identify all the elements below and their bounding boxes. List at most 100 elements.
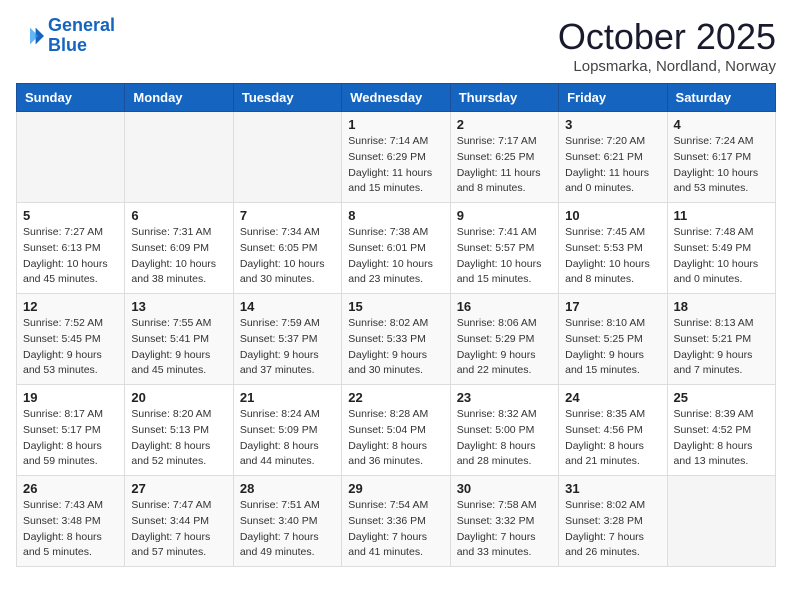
day-number: 8: [348, 208, 443, 223]
day-info: Sunrise: 7:59 AM Sunset: 5:37 PM Dayligh…: [240, 316, 335, 379]
day-info: Sunrise: 7:24 AM Sunset: 6:17 PM Dayligh…: [674, 134, 769, 197]
day-info: Sunrise: 7:48 AM Sunset: 5:49 PM Dayligh…: [674, 225, 769, 288]
day-number: 15: [348, 299, 443, 314]
calendar-cell: 3Sunrise: 7:20 AM Sunset: 6:21 PM Daylig…: [559, 112, 667, 203]
day-info: Sunrise: 7:38 AM Sunset: 6:01 PM Dayligh…: [348, 225, 443, 288]
day-info: Sunrise: 8:20 AM Sunset: 5:13 PM Dayligh…: [131, 407, 226, 470]
calendar-cell: 18 Sunrise: 8:13 AM Sunset: 5:21 PM Dayli…: [667, 294, 775, 385]
day-number: 23: [457, 390, 552, 405]
day-number: 11: [674, 208, 769, 223]
logo-text: General Blue: [48, 16, 115, 56]
calendar-cell: [125, 112, 233, 203]
calendar-cell: 17 Sunrise: 8:10 AM Sunset: 5:25 PM Dayli…: [559, 294, 667, 385]
calendar-cell: 9 Sunrise: 7:41 AM Sunset: 5:57 PM Daylig…: [450, 203, 558, 294]
weekday-header-saturday: Saturday: [667, 84, 775, 112]
day-info: Sunrise: 7:41 AM Sunset: 5:57 PM Dayligh…: [457, 225, 552, 288]
day-info: Sunrise: 8:13 AM Sunset: 5:21 PM Dayligh…: [674, 316, 769, 379]
calendar-cell: 6 Sunrise: 7:31 AM Sunset: 6:09 PM Daylig…: [125, 203, 233, 294]
day-number: 14: [240, 299, 335, 314]
day-number: 21: [240, 390, 335, 405]
day-number: 16: [457, 299, 552, 314]
day-info: Sunrise: 7:55 AM Sunset: 5:41 PM Dayligh…: [131, 316, 226, 379]
title-block: October 2025 Lopsmarka, Nordland, Norway: [558, 16, 776, 75]
calendar-cell: 22 Sunrise: 8:28 AM Sunset: 5:04 PM Dayli…: [342, 385, 450, 476]
calendar-cell: 19Sunrise: 8:17 AM Sunset: 5:17 PM Dayli…: [17, 385, 125, 476]
weekday-header-monday: Monday: [125, 84, 233, 112]
calendar-cell: 13 Sunrise: 7:55 AM Sunset: 5:41 PM Dayli…: [125, 294, 233, 385]
day-info: Sunrise: 7:45 AM Sunset: 5:53 PM Dayligh…: [565, 225, 660, 288]
calendar-cell: 12 Sunrise: 7:52 AM Sunset: 5:45 PM Dayli…: [17, 294, 125, 385]
calendar-cell: 10 Sunrise: 7:45 AM Sunset: 5:53 PM Dayli…: [559, 203, 667, 294]
calendar-cell: 25 Sunrise: 8:39 AM Sunset: 4:52 PM Dayli…: [667, 385, 775, 476]
day-number: 31: [565, 481, 660, 496]
day-number: 1: [348, 117, 443, 132]
day-number: 30: [457, 481, 552, 496]
calendar-cell: 29 Sunrise: 7:54 AM Sunset: 3:36 PM Dayli…: [342, 476, 450, 567]
day-info: Sunrise: 7:27 AM Sunset: 6:13 PM Dayligh…: [23, 225, 118, 288]
day-info: Sunrise: 8:32 AM Sunset: 5:00 PM Dayligh…: [457, 407, 552, 470]
calendar-cell: 8 Sunrise: 7:38 AM Sunset: 6:01 PM Daylig…: [342, 203, 450, 294]
calendar-week-row: 5 Sunrise: 7:27 AM Sunset: 6:13 PM Daylig…: [17, 203, 776, 294]
day-info: Sunrise: 7:31 AM Sunset: 6:09 PM Dayligh…: [131, 225, 226, 288]
calendar-cell: 20 Sunrise: 8:20 AM Sunset: 5:13 PM Dayli…: [125, 385, 233, 476]
calendar-cell: 28Sunrise: 7:51 AM Sunset: 3:40 PM Dayli…: [233, 476, 341, 567]
calendar-cell: [17, 112, 125, 203]
day-number: 28: [240, 481, 335, 496]
day-number: 27: [131, 481, 226, 496]
day-info: Sunrise: 7:47 AM Sunset: 3:44 PM Dayligh…: [131, 498, 226, 561]
calendar-cell: 31 Sunrise: 8:02 AM Sunset: 3:28 PM Dayli…: [559, 476, 667, 567]
day-info: Sunrise: 7:52 AM Sunset: 5:45 PM Dayligh…: [23, 316, 118, 379]
calendar-cell: 7 Sunrise: 7:34 AM Sunset: 6:05 PM Daylig…: [233, 203, 341, 294]
calendar-week-row: 19Sunrise: 8:17 AM Sunset: 5:17 PM Dayli…: [17, 385, 776, 476]
calendar-table: SundayMondayTuesdayWednesdayThursdayFrid…: [16, 83, 776, 567]
day-info: Sunrise: 7:43 AM Sunset: 3:48 PM Dayligh…: [23, 498, 118, 561]
calendar-cell: 4 Sunrise: 7:24 AM Sunset: 6:17 PM Daylig…: [667, 112, 775, 203]
day-number: 7: [240, 208, 335, 223]
logo-line2: Blue: [48, 35, 87, 55]
calendar-cell: 21 Sunrise: 8:24 AM Sunset: 5:09 PM Dayli…: [233, 385, 341, 476]
month-title: October 2025: [558, 16, 776, 58]
day-info: Sunrise: 8:28 AM Sunset: 5:04 PM Dayligh…: [348, 407, 443, 470]
day-info: Sunrise: 8:10 AM Sunset: 5:25 PM Dayligh…: [565, 316, 660, 379]
logo: General Blue: [16, 16, 115, 56]
calendar-cell: 15 Sunrise: 8:02 AM Sunset: 5:33 PM Dayli…: [342, 294, 450, 385]
day-info: Sunrise: 8:02 AM Sunset: 3:28 PM Dayligh…: [565, 498, 660, 561]
day-info: Sunrise: 8:02 AM Sunset: 5:33 PM Dayligh…: [348, 316, 443, 379]
day-number: 13: [131, 299, 226, 314]
calendar-cell: 5 Sunrise: 7:27 AM Sunset: 6:13 PM Daylig…: [17, 203, 125, 294]
calendar-cell: 2Sunrise: 7:17 AM Sunset: 6:25 PM Daylig…: [450, 112, 558, 203]
day-number: 4: [674, 117, 769, 132]
day-number: 5: [23, 208, 118, 223]
day-info: Sunrise: 8:17 AM Sunset: 5:17 PM Dayligh…: [23, 407, 118, 470]
day-number: 22: [348, 390, 443, 405]
day-number: 10: [565, 208, 660, 223]
calendar-cell: 27 Sunrise: 7:47 AM Sunset: 3:44 PM Dayli…: [125, 476, 233, 567]
day-number: 25: [674, 390, 769, 405]
calendar-week-row: 1 Sunrise: 7:14 AM Sunset: 6:29 PM Daylig…: [17, 112, 776, 203]
day-number: 20: [131, 390, 226, 405]
day-number: 2: [457, 117, 552, 132]
weekday-header-sunday: Sunday: [17, 84, 125, 112]
day-number: 9: [457, 208, 552, 223]
day-number: 12: [23, 299, 118, 314]
day-number: 17: [565, 299, 660, 314]
day-number: 18: [674, 299, 769, 314]
calendar-cell: 11 Sunrise: 7:48 AM Sunset: 5:49 PM Dayli…: [667, 203, 775, 294]
day-info: Sunrise: 8:06 AM Sunset: 5:29 PM Dayligh…: [457, 316, 552, 379]
day-number: 29: [348, 481, 443, 496]
weekday-header-tuesday: Tuesday: [233, 84, 341, 112]
day-number: 6: [131, 208, 226, 223]
day-info: Sunrise: 7:34 AM Sunset: 6:05 PM Dayligh…: [240, 225, 335, 288]
day-info: Sunrise: 7:54 AM Sunset: 3:36 PM Dayligh…: [348, 498, 443, 561]
weekday-header-friday: Friday: [559, 84, 667, 112]
day-number: 24: [565, 390, 660, 405]
day-info: Sunrise: 8:24 AM Sunset: 5:09 PM Dayligh…: [240, 407, 335, 470]
calendar-cell: 16 Sunrise: 8:06 AM Sunset: 5:29 PM Dayli…: [450, 294, 558, 385]
day-info: Sunrise: 8:35 AM Sunset: 4:56 PM Dayligh…: [565, 407, 660, 470]
page-header: General Blue October 2025 Lopsmarka, Nor…: [16, 16, 776, 75]
day-number: 3: [565, 117, 660, 132]
day-info: Sunrise: 8:39 AM Sunset: 4:52 PM Dayligh…: [674, 407, 769, 470]
calendar-cell: 1 Sunrise: 7:14 AM Sunset: 6:29 PM Daylig…: [342, 112, 450, 203]
calendar-cell: [667, 476, 775, 567]
day-info: Sunrise: 7:14 AM Sunset: 6:29 PM Dayligh…: [348, 134, 443, 197]
